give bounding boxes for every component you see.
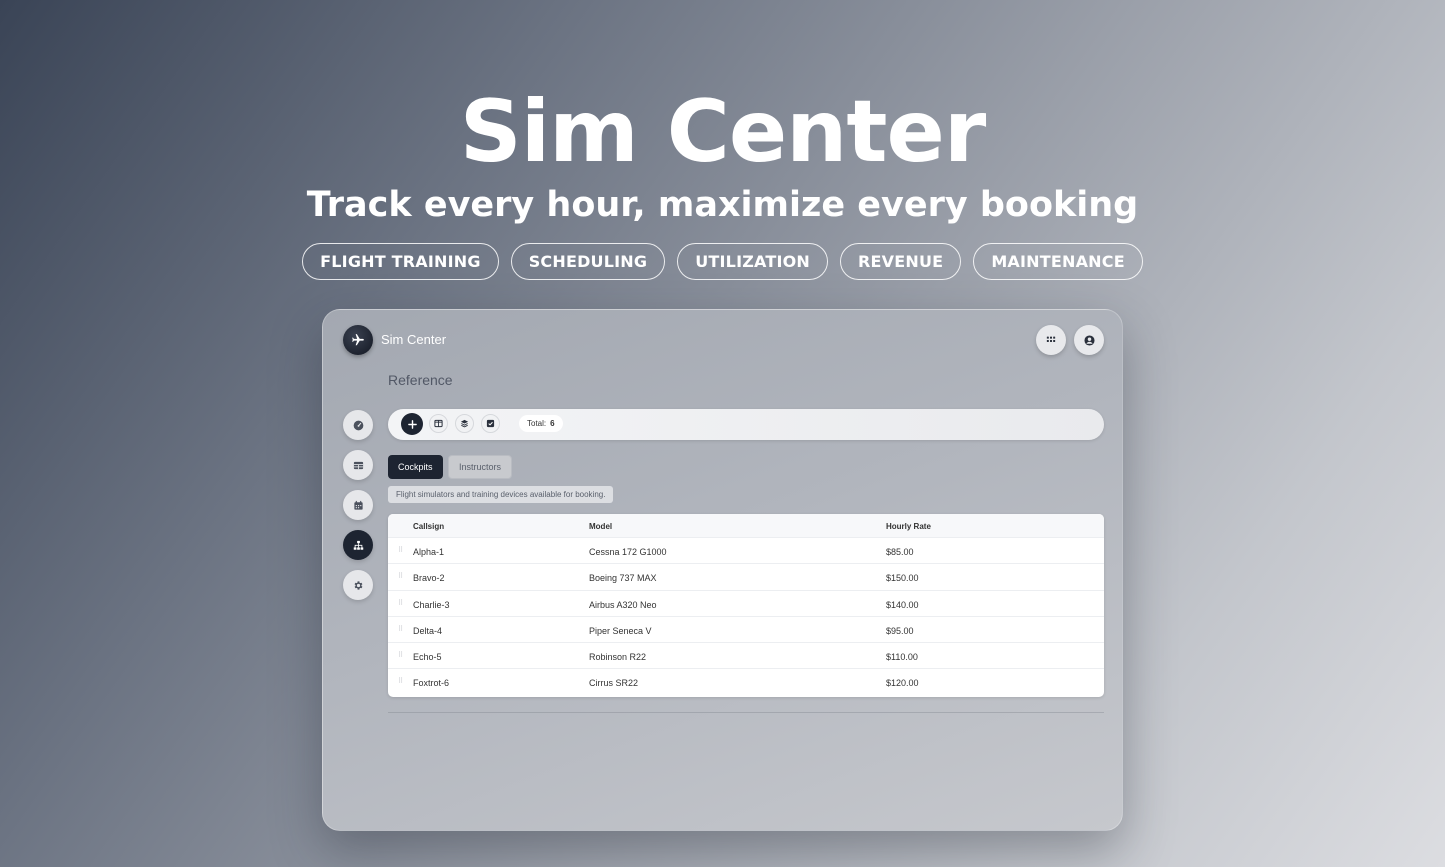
columns-icon bbox=[434, 419, 443, 428]
cell-callsign: Charlie-3 bbox=[413, 599, 450, 610]
user-circle-icon bbox=[1083, 334, 1095, 346]
sidebar-item-settings[interactable] bbox=[343, 570, 373, 600]
app-name: Sim Center bbox=[381, 332, 447, 347]
table-row[interactable]: ⠿ Delta-4 Piper Seneca V $95.00 bbox=[388, 617, 1104, 644]
table-icon bbox=[353, 460, 364, 471]
table-row[interactable]: ⠿ Alpha-1 Cessna 172 G1000 $85.00 bbox=[388, 538, 1104, 565]
total-label: Total: bbox=[527, 419, 547, 428]
cell-hourly-rate: $110.00 bbox=[886, 652, 918, 663]
hero-subtitle: Track every hour, maximize every booking bbox=[306, 185, 1139, 225]
add-button[interactable] bbox=[401, 413, 423, 435]
total-badge: Total: 6 bbox=[519, 415, 563, 432]
cell-hourly-rate: $140.00 bbox=[886, 599, 919, 610]
tag-list: FLIGHT TRAINING SCHEDULING UTILIZATION R… bbox=[0, 243, 1445, 280]
table-row[interactable]: ⠿ Bravo-2 Boeing 737 MAX $150.00 bbox=[388, 564, 1104, 591]
tag-scheduling: SCHEDULING bbox=[510, 243, 666, 280]
sidebar-item-tables[interactable] bbox=[343, 450, 373, 480]
apps-button[interactable] bbox=[1036, 325, 1066, 355]
sidebar-item-dashboard[interactable] bbox=[343, 410, 373, 440]
drag-handle-icon[interactable]: ⠿ bbox=[398, 599, 403, 607]
cell-callsign: Foxtrot-6 bbox=[413, 678, 450, 689]
cell-model: Robinson R22 bbox=[589, 652, 647, 663]
tag-utilization: UTILIZATION bbox=[677, 243, 829, 280]
add-icon bbox=[407, 419, 417, 429]
cell-model: Boeing 737 MAX bbox=[589, 573, 657, 584]
column-header-model[interactable]: Model bbox=[589, 522, 612, 531]
cell-callsign: Echo-5 bbox=[413, 652, 442, 663]
table-row[interactable]: ⠿ Echo-5 Robinson R22 $110.00 bbox=[388, 643, 1104, 670]
cell-hourly-rate: $150.00 bbox=[886, 573, 919, 584]
toolbar: Total: 6 bbox=[388, 409, 1104, 440]
sidebar-item-reference[interactable] bbox=[343, 530, 373, 560]
cell-hourly-rate: $120.00 bbox=[886, 678, 919, 689]
table-header: Callsign Model Hourly Rate bbox=[388, 514, 1104, 538]
cell-callsign: Delta-4 bbox=[413, 625, 443, 636]
table-row[interactable]: ⠿ Foxtrot-6 Cirrus SR22 $120.00 bbox=[388, 669, 1104, 695]
cell-callsign: Bravo-2 bbox=[413, 573, 445, 584]
column-header-hourly-rate[interactable]: Hourly Rate bbox=[886, 522, 931, 531]
cell-model: Airbus A320 Neo bbox=[589, 599, 657, 610]
hero-title: Sim Center bbox=[459, 82, 986, 182]
calendar-icon bbox=[353, 500, 364, 511]
tab-cockpits[interactable]: Cockpits bbox=[388, 455, 443, 479]
cell-model: Cirrus SR22 bbox=[589, 678, 639, 689]
column-header-callsign[interactable]: Callsign bbox=[413, 522, 444, 531]
tag-flight-training: FLIGHT TRAINING bbox=[302, 243, 499, 280]
drag-handle-icon[interactable]: ⠿ bbox=[398, 572, 403, 580]
total-value: 6 bbox=[550, 419, 555, 428]
app-window: Sim Center Reference Total: 6 Cockpits I… bbox=[322, 309, 1123, 831]
drag-handle-icon[interactable]: ⠿ bbox=[398, 651, 403, 659]
select-button[interactable] bbox=[481, 414, 500, 433]
gear-icon bbox=[353, 580, 364, 591]
data-table: Callsign Model Hourly Rate ⠿ Alpha-1 Ces… bbox=[388, 514, 1104, 697]
apps-grid-icon bbox=[1046, 335, 1056, 345]
tag-maintenance: MAINTENANCE bbox=[973, 243, 1143, 280]
table-row[interactable]: ⠿ Charlie-3 Airbus A320 Neo $140.00 bbox=[388, 591, 1104, 617]
cell-model: Piper Seneca V bbox=[589, 625, 652, 636]
sidebar-item-calendar[interactable] bbox=[343, 490, 373, 520]
divider bbox=[388, 712, 1104, 713]
profile-button[interactable] bbox=[1074, 325, 1104, 355]
drag-handle-icon[interactable]: ⠿ bbox=[398, 546, 403, 554]
columns-button[interactable] bbox=[429, 414, 448, 433]
tab-description: Flight simulators and training devices a… bbox=[388, 486, 614, 503]
drag-handle-icon[interactable]: ⠿ bbox=[398, 677, 403, 685]
section-title: Reference bbox=[388, 372, 453, 388]
layers-icon bbox=[460, 419, 469, 428]
cell-hourly-rate: $85.00 bbox=[886, 547, 914, 557]
hierarchy-icon bbox=[353, 540, 364, 551]
checkbox-icon bbox=[486, 419, 495, 428]
app-logo[interactable] bbox=[343, 325, 373, 355]
airplane-icon bbox=[351, 333, 365, 347]
layers-button[interactable] bbox=[455, 414, 474, 433]
cell-callsign: Alpha-1 bbox=[413, 547, 445, 557]
dashboard-gauge-icon bbox=[353, 420, 364, 431]
cell-model: Cessna 172 G1000 bbox=[589, 547, 667, 557]
tag-revenue: REVENUE bbox=[840, 243, 962, 280]
cell-hourly-rate: $95.00 bbox=[886, 625, 914, 636]
drag-handle-icon[interactable]: ⠿ bbox=[398, 625, 403, 633]
tab-instructors[interactable]: Instructors bbox=[448, 455, 513, 479]
